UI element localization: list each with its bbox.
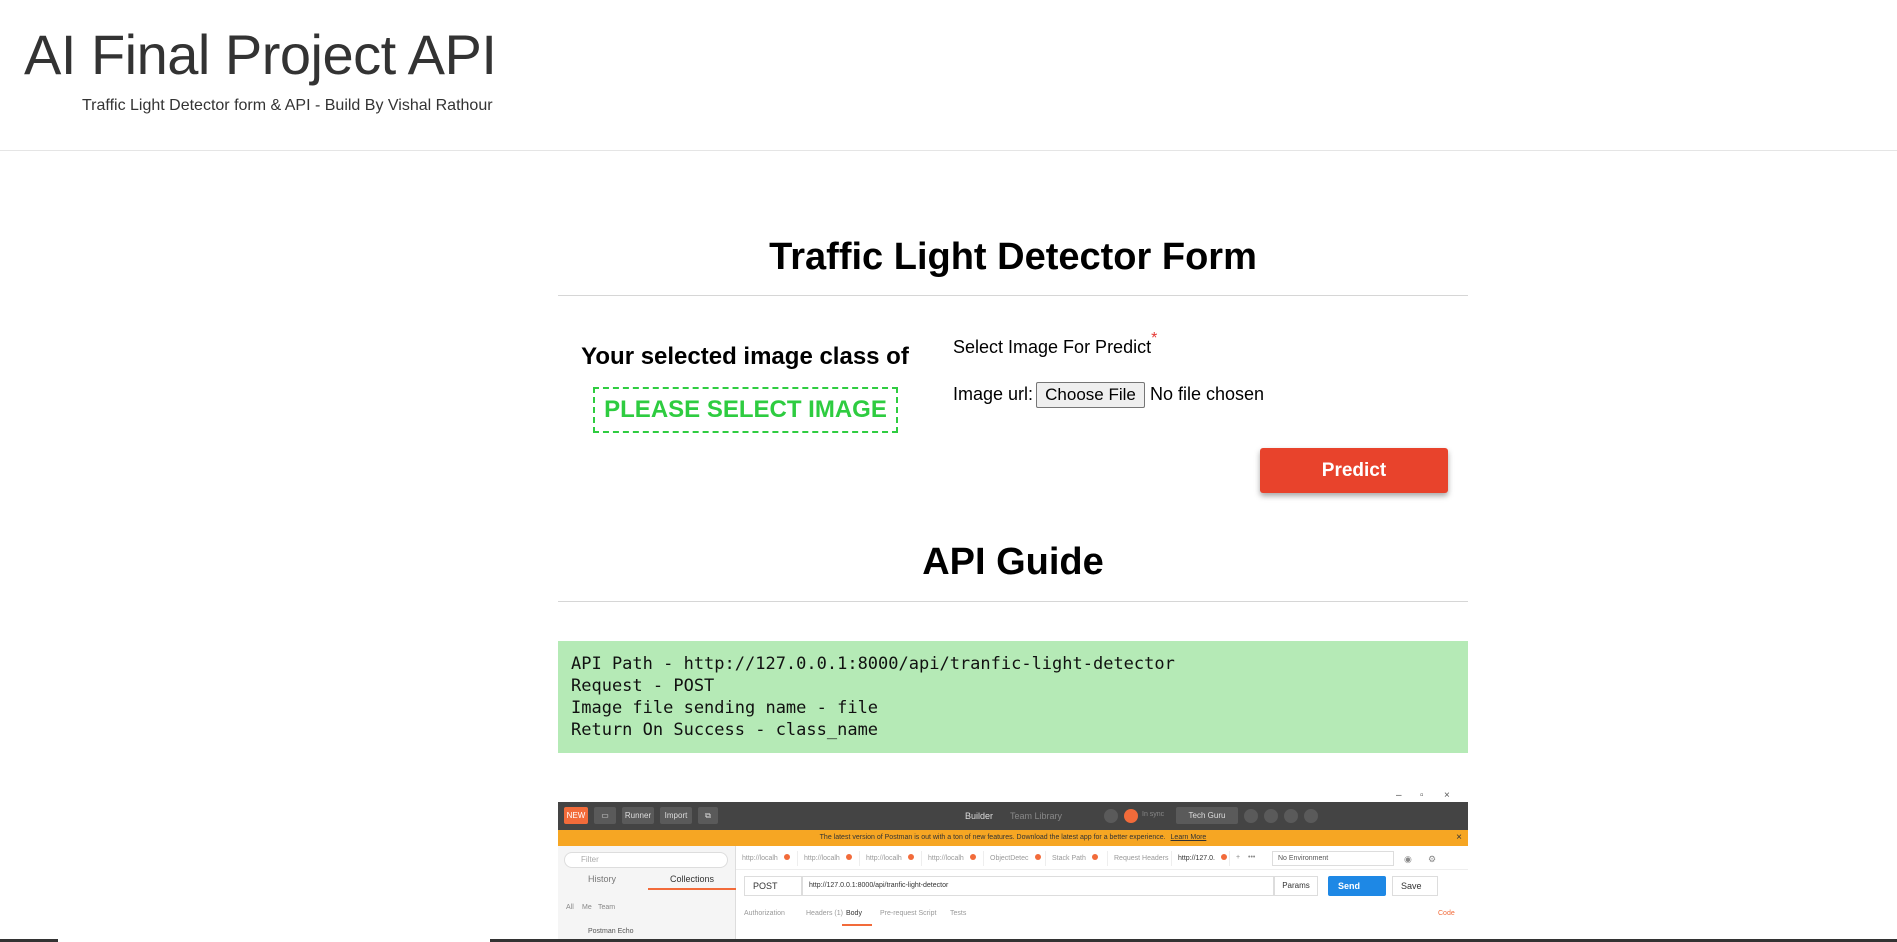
code-line: Return On Success - class_name [571, 720, 879, 740]
api-guide-code: API Path - http://127.0.0.1:8000/api/tra… [558, 641, 1468, 753]
request-tab-label: http://127.0. [1178, 855, 1215, 862]
minimize-icon: – [1396, 790, 1402, 801]
request-tab-label: http://localh [804, 855, 840, 862]
method-select: POST [744, 876, 802, 896]
request-tab-label: Request Headers [1114, 855, 1169, 862]
save-button: Save [1392, 876, 1438, 896]
filter-team: Team [598, 904, 616, 911]
close-icon: × [1444, 790, 1450, 801]
required-mark: * [1151, 330, 1158, 347]
request-tab: http://localh [738, 851, 798, 866]
postman-request-tabs: http://localh http://localh http://local… [736, 846, 1468, 870]
form-title: Traffic Light Detector Form [769, 236, 1257, 278]
code-line: Request - POST [571, 676, 715, 696]
send-button: Send [1328, 876, 1386, 896]
postman-filter: Filter [564, 852, 728, 868]
app-subtitle: Traffic Light Detector form & API - Buil… [82, 97, 493, 114]
request-tab: http://localh [924, 851, 984, 866]
request-tab-label: ObjectDetec [990, 855, 1029, 862]
heart-icon [1304, 809, 1318, 823]
request-tab: http://localh [862, 851, 922, 866]
postman-url-row: POST http://127.0.0.1:8000/api/tranfic-l… [736, 870, 1468, 902]
postman-request-subtabs: Authorization Headers (1) Body Pre-reque… [736, 902, 1468, 926]
code-line: API Path - http://127.0.0.1:8000/api/tra… [571, 654, 1175, 674]
banner-close-icon: × [1456, 832, 1462, 843]
predict-button[interactable]: Predict [1260, 448, 1448, 493]
eye-icon: ◉ [1404, 854, 1412, 864]
request-tab-active: http://127.0. [1174, 851, 1230, 866]
request-tab-label: Stack Path [1052, 855, 1086, 862]
result-label: Your selected image class of [581, 343, 909, 370]
unsaved-dot-icon [1220, 854, 1227, 860]
postman-new-button: NEW [564, 807, 588, 824]
app-title: AI Final Project API [24, 23, 497, 86]
subtab-pre-request-script: Pre-request Script [880, 910, 937, 917]
request-url: http://127.0.0.1:8000/api/tranfic-light-… [802, 876, 1274, 896]
wrench-icon [1284, 809, 1298, 823]
image-url-label: Image url: [953, 384, 1034, 404]
workspace-select: Tech Guru [1176, 807, 1238, 824]
subtab-body: Body [846, 910, 862, 917]
form-divider [558, 295, 1468, 296]
postman-collections-tab: Collections [670, 874, 715, 884]
interceptor-icon [1104, 809, 1118, 823]
postman-update-banner: The latest version of Postman is out wit… [558, 830, 1468, 846]
postman-team-library-tab: Team Library [1010, 811, 1063, 821]
unsaved-dot-icon [907, 854, 914, 860]
request-tab-label: http://localh [866, 855, 902, 862]
request-tab: Request Headers [1110, 851, 1172, 866]
sync-status: In sync [1142, 811, 1165, 818]
new-window-icon: ⧉ [698, 807, 718, 824]
unsaved-dot-icon [1091, 854, 1098, 860]
collection-item: Postman Echo [588, 928, 634, 935]
banner-link: Learn More [1170, 834, 1207, 841]
unsaved-dot-icon [845, 854, 852, 860]
params-button: Params [1274, 876, 1318, 896]
postman-history-tab: History [588, 874, 617, 884]
banner-text: The latest version of Postman is out wit… [819, 834, 1166, 841]
filter-me: Me [582, 904, 592, 911]
postman-runner-button: Runner [622, 807, 654, 824]
request-tab: http://localh [800, 851, 860, 866]
file-field-title: Select Image For Predict* [953, 330, 1158, 358]
environment-select: No Environment [1272, 851, 1394, 866]
file-field-title-text: Select Image For Predict [953, 337, 1152, 357]
body-active-line [842, 924, 872, 926]
more-tabs-icon: ••• [1248, 854, 1256, 861]
history-icon [1244, 809, 1258, 823]
result-badge: PLEASE SELECT IMAGE [593, 387, 898, 433]
add-tab-icon: + [1236, 854, 1241, 861]
unsaved-dot-icon [1034, 854, 1041, 860]
code-line: Image file sending name - file [571, 698, 879, 718]
code-link: Code [1438, 910, 1455, 917]
postman-sidebar: Filter History Collections All Me Team P… [558, 846, 736, 942]
sync-icon [1124, 809, 1138, 823]
request-tab: ObjectDetec [986, 851, 1046, 866]
settings-gear-icon: ⚙ [1428, 854, 1437, 864]
postman-import-button: Import [660, 807, 692, 824]
subtab-authorization: Authorization [744, 910, 785, 917]
postman-toolbar: NEW ▭ Runner Import ⧉ Builder Team Libra… [558, 802, 1468, 830]
api-guide-title: API Guide [922, 541, 1104, 583]
sidebar-toggle-icon: ▭ [594, 807, 616, 824]
subtab-headers: Headers (1) [806, 910, 843, 917]
maximize-icon: ▫ [1420, 790, 1424, 801]
filter-all: All [566, 904, 574, 911]
subtab-tests: Tests [950, 910, 967, 917]
request-tab-label: http://localh [742, 855, 778, 862]
unsaved-dot-icon [969, 854, 976, 860]
postman-screenshot: – ▫ × NEW ▭ Runner Import ⧉ Builder Team… [558, 788, 1468, 942]
page-header: AI Final Project API Traffic Light Detec… [0, 0, 1897, 151]
api-guide-divider [558, 601, 1468, 602]
request-tab: Stack Path [1048, 851, 1108, 866]
choose-file-button[interactable]: Choose File [1036, 382, 1145, 408]
unsaved-dot-icon [783, 854, 790, 860]
bell-icon [1264, 809, 1278, 823]
no-file-chosen-text: No file chosen [1150, 384, 1265, 404]
postman-builder-tab: Builder [965, 811, 994, 821]
request-tab-label: http://localh [928, 855, 964, 862]
collections-active-line [648, 888, 736, 890]
